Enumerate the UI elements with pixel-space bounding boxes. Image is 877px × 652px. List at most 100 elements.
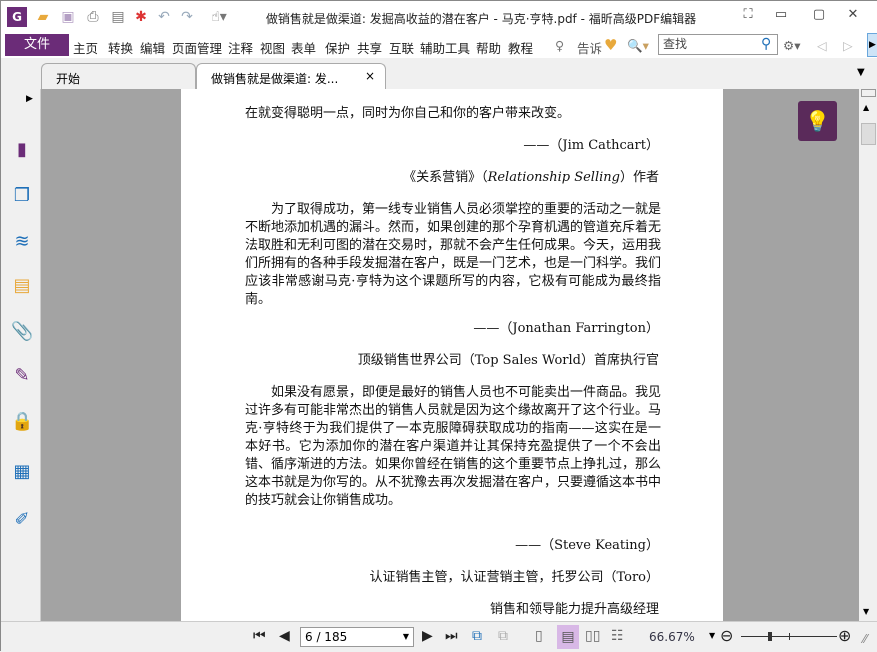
facing-page-icon[interactable]: ▯▯ <box>585 628 600 644</box>
undo-icon[interactable]: ↶ <box>156 9 172 25</box>
prev-page-icon[interactable]: ◀ <box>279 628 290 644</box>
role-title-italic: Relationship Selling <box>487 170 620 185</box>
vertical-scrollbar[interactable]: ▲ ▼ <box>859 89 877 621</box>
attribution: ——（Jim Cathcart） <box>523 138 659 153</box>
ribbon-expand-button[interactable]: ▶ <box>867 33 877 57</box>
menu-view[interactable]: 视图 <box>260 38 285 57</box>
menu-page-management[interactable]: 页面管理 <box>172 38 222 57</box>
menu-connect[interactable]: 互联 <box>389 38 414 57</box>
attribution-role: 《关系营销》（Relationship Selling）作者 <box>403 169 659 187</box>
heart-icon[interactable]: ♥ <box>604 36 617 54</box>
page-thumbnail-icon[interactable]: ▮ <box>11 139 33 161</box>
tab-label: 做销售就是做渠道: 发... <box>211 72 339 86</box>
maximize-button[interactable]: ▢ <box>809 7 829 25</box>
gear-icon[interactable]: ⚙▾ <box>783 38 800 53</box>
continuous-page-icon[interactable]: ▤ <box>557 625 579 649</box>
role-text: ）作者 <box>619 170 659 185</box>
tell-me[interactable]: 告诉 <box>577 38 602 57</box>
single-page-icon[interactable]: ▯ <box>535 628 543 644</box>
zoom-dropdown-icon[interactable]: ▼ <box>709 631 715 640</box>
page-number-input[interactable]: 6 / 185 ▼ <box>300 627 414 647</box>
scroll-split-handle[interactable] <box>861 89 876 97</box>
previous-view-icon[interactable]: ⧉ <box>472 628 482 644</box>
paragraph: 为了取得成功，第一线专业销售人员必须掌控的重要的活动之一就是不断地添加机遇的漏斗… <box>245 202 662 307</box>
attribution-role: 认证销售主管，认证营销主管，托罗公司（Toro） <box>369 570 659 585</box>
search-input[interactable]: 查找 <box>658 34 778 55</box>
attribution-role: 销售和领导能力提升高级经理 <box>489 602 659 617</box>
tab-document[interactable]: 做销售就是做渠道: 发... × <box>196 63 386 89</box>
menu-form[interactable]: 表单 <box>291 38 316 57</box>
tab-label: 开始 <box>56 72 81 86</box>
pages-icon[interactable]: ❐ <box>11 185 33 207</box>
prev-icon[interactable]: ◁ <box>817 38 827 53</box>
role-text: 《关系营销》（ <box>403 170 488 185</box>
redo-icon[interactable]: ↷ <box>179 9 195 25</box>
pdf-page: 在就变得聪明一点，同时为你自己和你的客户带来改变。 ——（Jim Cathcar… <box>181 89 723 621</box>
menu-home[interactable]: 主页 <box>73 38 98 57</box>
zoom-slider[interactable] <box>741 632 837 641</box>
menu-help[interactable]: 帮助 <box>476 38 501 57</box>
zoom-in-icon[interactable]: ⊕ <box>838 626 851 645</box>
hand-tool-icon[interactable]: ☝▾ <box>204 9 234 25</box>
menu-protect[interactable]: 保护 <box>325 38 350 57</box>
zoom-level[interactable]: 66.67% <box>649 630 695 644</box>
zoom-slider-thumb[interactable] <box>767 632 772 641</box>
zoom-out-icon[interactable]: ⊖ <box>720 626 733 645</box>
new-icon[interactable]: ✱ <box>133 9 149 25</box>
open-icon[interactable]: ▰ <box>35 9 51 25</box>
menu-tutorial[interactable]: 教程 <box>508 38 533 57</box>
attribution: ——（Steve Keating） <box>515 538 659 553</box>
resize-grip-icon[interactable]: ⁄⁄ <box>863 632 867 646</box>
scroll-up-icon[interactable]: ▲ <box>863 103 869 112</box>
first-page-icon[interactable]: ⏮ <box>253 628 266 644</box>
properties-icon[interactable]: ▤ <box>110 9 126 25</box>
paragraph: 如果没有愿景，即便是最好的销售人员也不可能卖出一件商品。我见过许多有可能非常杰出… <box>245 385 662 508</box>
scroll-thumb[interactable] <box>861 123 876 145</box>
attachment-icon[interactable]: 📎 <box>11 321 33 343</box>
file-menu-button[interactable]: 文件 <box>5 34 69 56</box>
expand-sidebar-icon[interactable]: ▶ <box>26 94 33 104</box>
next-icon[interactable]: ▷ <box>843 38 853 53</box>
continuous-facing-icon[interactable]: ☷ <box>611 628 624 644</box>
menu-edit[interactable]: 编辑 <box>140 38 165 57</box>
print-icon[interactable]: ⎙ <box>85 9 101 25</box>
search-icon[interactable]: ⚲ <box>761 36 771 52</box>
lightbulb-icon[interactable]: ♀ <box>555 38 564 53</box>
title-bar: G ▰ ▣ ⎙ ▤ ✱ ↶ ↷ ☝▾ 做销售就是做渠道: 发掘高收益的潜在客户 … <box>1 1 877 33</box>
scroll-down-icon[interactable]: ▼ <box>863 607 869 616</box>
last-page-icon[interactable]: ⏭ <box>445 628 458 644</box>
lock-icon[interactable]: 🔒 <box>11 411 33 433</box>
form-fields-icon[interactable]: ▦ <box>11 461 33 483</box>
page-number: 6 / 185 <box>305 630 348 644</box>
app-logo-icon: G <box>7 7 27 27</box>
minimize-button[interactable]: ▭ <box>771 7 791 25</box>
status-bar: ⏮ ◀ 6 / 185 ▼ ▶ ⏭ ⧉ ⧉ ▯ ▤ ▯▯ ☷ 66.67% ▼ ⊖… <box>1 621 877 652</box>
comments-icon[interactable]: ▤ <box>11 275 33 297</box>
document-viewer: 在就变得聪明一点，同时为你自己和你的客户带来改变。 ——（Jim Cathcar… <box>41 89 859 621</box>
menu-share[interactable]: 共享 <box>357 38 382 57</box>
close-button[interactable]: ✕ <box>843 7 863 25</box>
tab-close-icon[interactable]: × <box>365 69 375 83</box>
attribution: ——（Jonathan Farrington） <box>473 321 659 336</box>
menu-convert[interactable]: 转换 <box>108 38 133 57</box>
tab-list-icon[interactable]: ▼ <box>857 67 865 78</box>
menu-bar: 文件 主页 转换 编辑 页面管理 注释 视图 表单 保护 共享 互联 辅助工具 … <box>1 33 877 58</box>
certificate-icon[interactable]: ✐ <box>11 509 33 531</box>
next-view-icon[interactable]: ⧉ <box>498 628 508 644</box>
attribution-role: 顶级销售世界公司（Top Sales World）首席执行官 <box>357 353 659 368</box>
search-folder-icon[interactable]: 🔍▾ <box>627 38 649 54</box>
save-icon[interactable]: ▣ <box>60 9 76 25</box>
next-page-icon[interactable]: ▶ <box>422 628 433 644</box>
left-sidebar: ▶ ▮ ❐ ≋ ▤ 📎 ✎ 🔒 ▦ ✐ <box>1 89 41 621</box>
menu-comment[interactable]: 注释 <box>228 38 253 57</box>
window-title: 做销售就是做渠道: 发掘高收益的潜在客户 - 马克·亨特.pdf - 福昕高级P… <box>265 12 697 26</box>
fullscreen-icon[interactable]: ⛶ <box>738 7 758 25</box>
signature-icon[interactable]: ✎ <box>11 365 33 387</box>
zoom-slider-tick <box>789 633 790 640</box>
tab-start[interactable]: 开始 <box>41 63 196 89</box>
text-line: 在就变得聪明一点，同时为你自己和你的客户带来改变。 <box>245 106 571 121</box>
tab-bar: 开始 做销售就是做渠道: 发... × ▼ <box>1 58 877 89</box>
layers-icon[interactable]: ≋ <box>11 231 33 253</box>
menu-accessibility[interactable]: 辅助工具 <box>420 38 470 57</box>
tips-bulb-button[interactable]: 💡 <box>798 101 837 141</box>
